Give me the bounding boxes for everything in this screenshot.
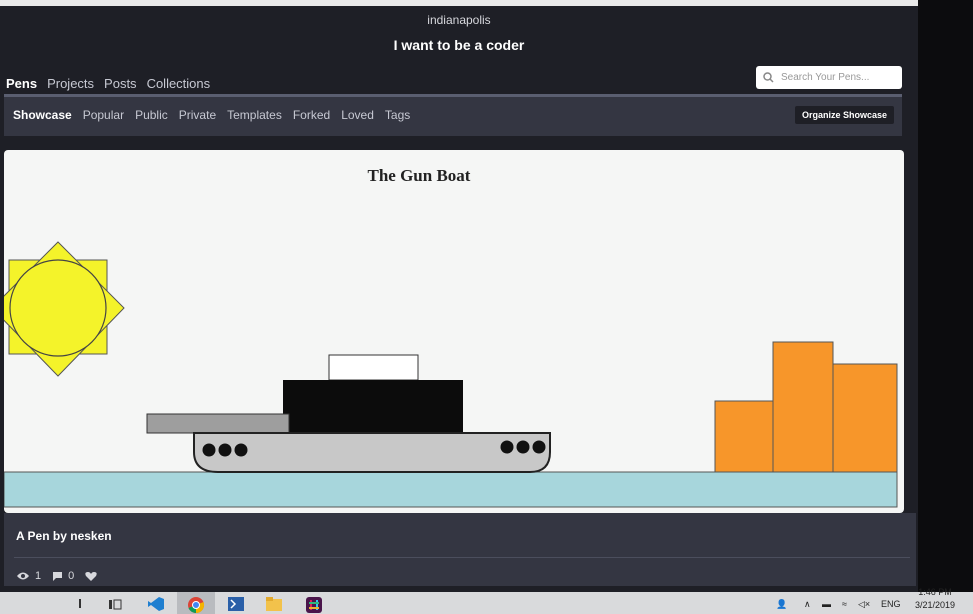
task-view-icon[interactable] [108, 596, 122, 610]
speaker-muted-icon[interactable]: ◁× [858, 599, 870, 610]
comment-icon[interactable] [52, 571, 63, 582]
wifi-icon[interactable]: ≈ [842, 599, 847, 609]
chrome-icon[interactable] [187, 596, 205, 614]
clock-time: 1:46 PM [918, 587, 952, 597]
browser-page: indianapolis I want to be a coder Pens P… [0, 6, 918, 592]
profile-username[interactable]: indianapolis [0, 13, 918, 27]
slack-icon[interactable] [305, 596, 323, 614]
subtab-tags[interactable]: Tags [385, 108, 410, 122]
sun-graphic [4, 241, 125, 377]
water-graphic [4, 471, 898, 508]
comments-count: 0 [68, 570, 75, 582]
vscode-icon[interactable] [147, 596, 165, 612]
pen-footer: A Pen by nesken 1 0 [4, 513, 916, 586]
eye-icon [17, 572, 29, 580]
chevron-up-icon[interactable]: ∧ [804, 599, 811, 610]
tab-collections[interactable]: Collections [147, 76, 211, 91]
tab-posts[interactable]: Posts [104, 76, 137, 91]
organize-showcase-button[interactable]: Organize Showcase [794, 106, 894, 124]
subtab-forked[interactable]: Forked [293, 108, 330, 122]
battery-icon: ▬ [822, 599, 831, 609]
tab-pens[interactable]: Pens [6, 76, 37, 91]
subtab-showcase[interactable]: Showcase [13, 108, 72, 122]
tab-projects[interactable]: Projects [47, 76, 94, 91]
profile-headline: I want to be a coder [393, 37, 525, 53]
file-explorer-icon[interactable] [265, 596, 283, 612]
search-icon [763, 72, 774, 83]
subtab-templates[interactable]: Templates [227, 108, 282, 122]
boat-graphic [146, 354, 551, 473]
powershell-icon[interactable] [227, 596, 245, 612]
heart-icon[interactable] [85, 571, 97, 582]
subtab-loved[interactable]: Loved [341, 108, 374, 122]
buildings-graphic [714, 341, 898, 473]
taskbar-clock[interactable]: 1:46 PM 3/21/2019 [915, 586, 955, 612]
main-tabs: Pens Projects Posts Collections [6, 76, 210, 91]
pen-byline[interactable]: A Pen by nesken [16, 529, 112, 543]
views-count: 1 [35, 570, 42, 582]
search-input[interactable] [779, 71, 901, 84]
subtab-public[interactable]: Public [135, 108, 168, 122]
clock-date: 3/21/2019 [914, 600, 955, 610]
search-box[interactable] [756, 66, 902, 89]
pen-title: The Gun Boat [367, 166, 471, 185]
pen-preview[interactable]: The Gun Boat [4, 150, 904, 513]
language-indicator[interactable]: ENG [881, 599, 901, 609]
pen-stats: 1 0 [16, 570, 97, 582]
search-icon[interactable] [74, 596, 86, 610]
people-icon[interactable]: 👤 [776, 599, 787, 610]
monitor-bezel-right [918, 0, 973, 614]
windows-taskbar: 👤 ∧ ▬ ≈ ◁× ENG 1:46 PM 3/21/2019 [0, 587, 973, 614]
footer-divider [14, 557, 910, 558]
subtab-popular[interactable]: Popular [83, 108, 124, 122]
gun-boat-artwork [4, 241, 898, 508]
showcase-subnav: Showcase Popular Public Private Template… [4, 94, 902, 136]
subtab-private[interactable]: Private [179, 108, 216, 122]
